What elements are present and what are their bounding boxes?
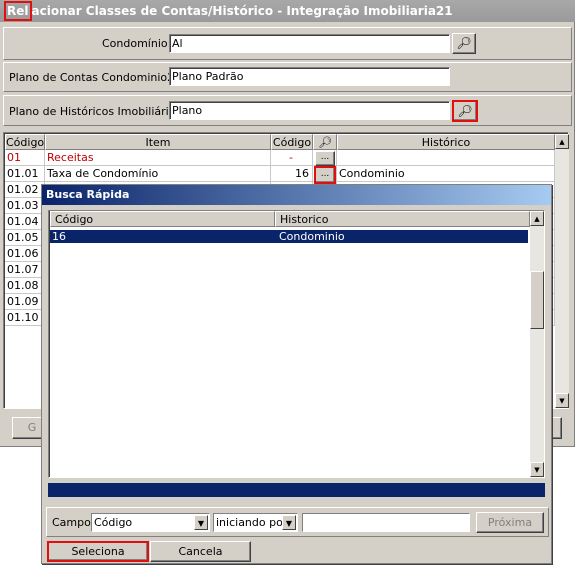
grid-scrollbar[interactable]: ▲ ▼ [555, 134, 569, 408]
list-item-historico: Condominio [279, 230, 345, 243]
condominio-panel: Condomínio: Al 🔎︎ [3, 27, 572, 60]
cell-codigo[interactable]: 01.03 [5, 198, 45, 214]
plano-contas-input[interactable]: Plano Padrão [169, 67, 450, 86]
chevron-down-icon[interactable]: ▼ [282, 515, 296, 530]
cell-codigo[interactable]: 01.10 [5, 310, 45, 326]
condominio-search-button[interactable]: 🔎︎ [452, 33, 476, 54]
cell-item[interactable]: Receitas [45, 150, 271, 166]
col-header-codigo[interactable]: Código [5, 134, 45, 150]
col-header-codigo-historico[interactable]: Código [271, 134, 313, 150]
proxima-button[interactable]: Próxima [476, 512, 544, 533]
plano-contas-label: Plano de Contas Condominio21: [9, 71, 185, 84]
dialog-col-historico[interactable]: Historico [275, 211, 530, 227]
plano-historicos-search-button[interactable]: 🔎︎ [452, 100, 478, 122]
cell-codigo[interactable]: 01.06 [5, 246, 45, 262]
cancela-button[interactable]: Cancela [150, 541, 251, 562]
table-row[interactable]: 01.01 Taxa de Condomínio 16 Condominio [5, 166, 555, 182]
modo-select[interactable]: iniciando por ▼ [213, 513, 298, 532]
dialog-col-codigo[interactable]: Código [50, 211, 275, 227]
scroll-down-button[interactable]: ▼ [555, 393, 569, 408]
cell-codigo[interactable]: 01 [5, 150, 45, 166]
dialog-scrollbar[interactable]: ▲ ▼ [530, 211, 544, 477]
scroll-up-button[interactable]: ▲ [555, 134, 569, 149]
condominio-label: Condomínio: [102, 37, 172, 50]
col-header-binoculars[interactable]: 🔎︎ [313, 134, 337, 150]
plano-historicos-panel: Plano de Históricos Imobiliária21: Plano… [3, 95, 572, 126]
cell-historico[interactable] [337, 150, 555, 166]
chevron-down-icon[interactable]: ▼ [194, 515, 208, 530]
dialog-search-panel: Campo: Código ▼ iniciando por ▼ Próxima [46, 507, 549, 537]
seleciona-button[interactable]: Seleciona [47, 541, 149, 562]
dialog-scroll-down[interactable]: ▼ [530, 462, 544, 477]
cell-codigo[interactable]: 01.02 [5, 182, 45, 198]
cell-codigo[interactable]: 01.04 [5, 214, 45, 230]
cell-codigo2[interactable]: 16 [271, 166, 313, 182]
cell-codigo[interactable]: 01.09 [5, 294, 45, 310]
campo-label: Campo: [52, 516, 95, 529]
binoculars-icon: 🔎︎ [318, 136, 332, 149]
cell-codigo[interactable]: 01.07 [5, 262, 45, 278]
busca-rapida-dialog: Busca Rápida Código Historico 16 Condomin… [41, 184, 552, 564]
cell-codigo2[interactable]: - [271, 150, 313, 166]
list-item[interactable]: 16 Condominio [50, 230, 528, 243]
ellipsis-button[interactable]: ... [315, 151, 335, 166]
title-text: acionar Classes de Contas/Histórico - In… [31, 4, 453, 18]
cell-item[interactable]: Taxa de Condomínio [45, 166, 271, 182]
dialog-list: Código Historico 16 Condominio ▲ ▼ [48, 210, 545, 478]
binoculars-icon: 🔎︎ [457, 104, 473, 118]
list-item-codigo: 16 [52, 230, 66, 243]
dialog-scroll-thumb[interactable] [530, 271, 544, 329]
title-prefix-highlight: Rel [4, 1, 32, 21]
dialog-progress-bar [48, 483, 545, 497]
campo-select[interactable]: Código ▼ [91, 513, 210, 532]
table-row[interactable]: 01 Receitas - [5, 150, 555, 166]
search-input[interactable] [302, 513, 470, 532]
window-title: Rel acionar Classes de Contas/Histórico -… [0, 0, 575, 22]
col-header-historico[interactable]: Histórico [337, 134, 555, 150]
plano-contas-panel: Plano de Contas Condominio21: Plano Padr… [3, 62, 572, 92]
dialog-scroll-up[interactable]: ▲ [530, 211, 544, 226]
modo-select-value: iniciando por [216, 516, 288, 529]
cell-codigo[interactable]: 01.08 [5, 278, 45, 294]
campo-select-value: Código [94, 516, 133, 529]
col-header-item[interactable]: Item [45, 134, 271, 150]
cell-historico[interactable]: Condominio [337, 166, 555, 182]
cell-codigo[interactable]: 01.01 [5, 166, 45, 182]
ellipsis-button-selected[interactable]: ... [314, 166, 336, 184]
condominio-input[interactable]: Al [169, 34, 450, 53]
plano-historicos-label: Plano de Históricos Imobiliária21: [9, 105, 194, 118]
cell-codigo[interactable]: 01.05 [5, 230, 45, 246]
dialog-title: Busca Rápida [42, 185, 551, 205]
binoculars-icon: 🔎︎ [456, 36, 472, 50]
plano-historicos-input[interactable]: Plano [169, 101, 450, 120]
